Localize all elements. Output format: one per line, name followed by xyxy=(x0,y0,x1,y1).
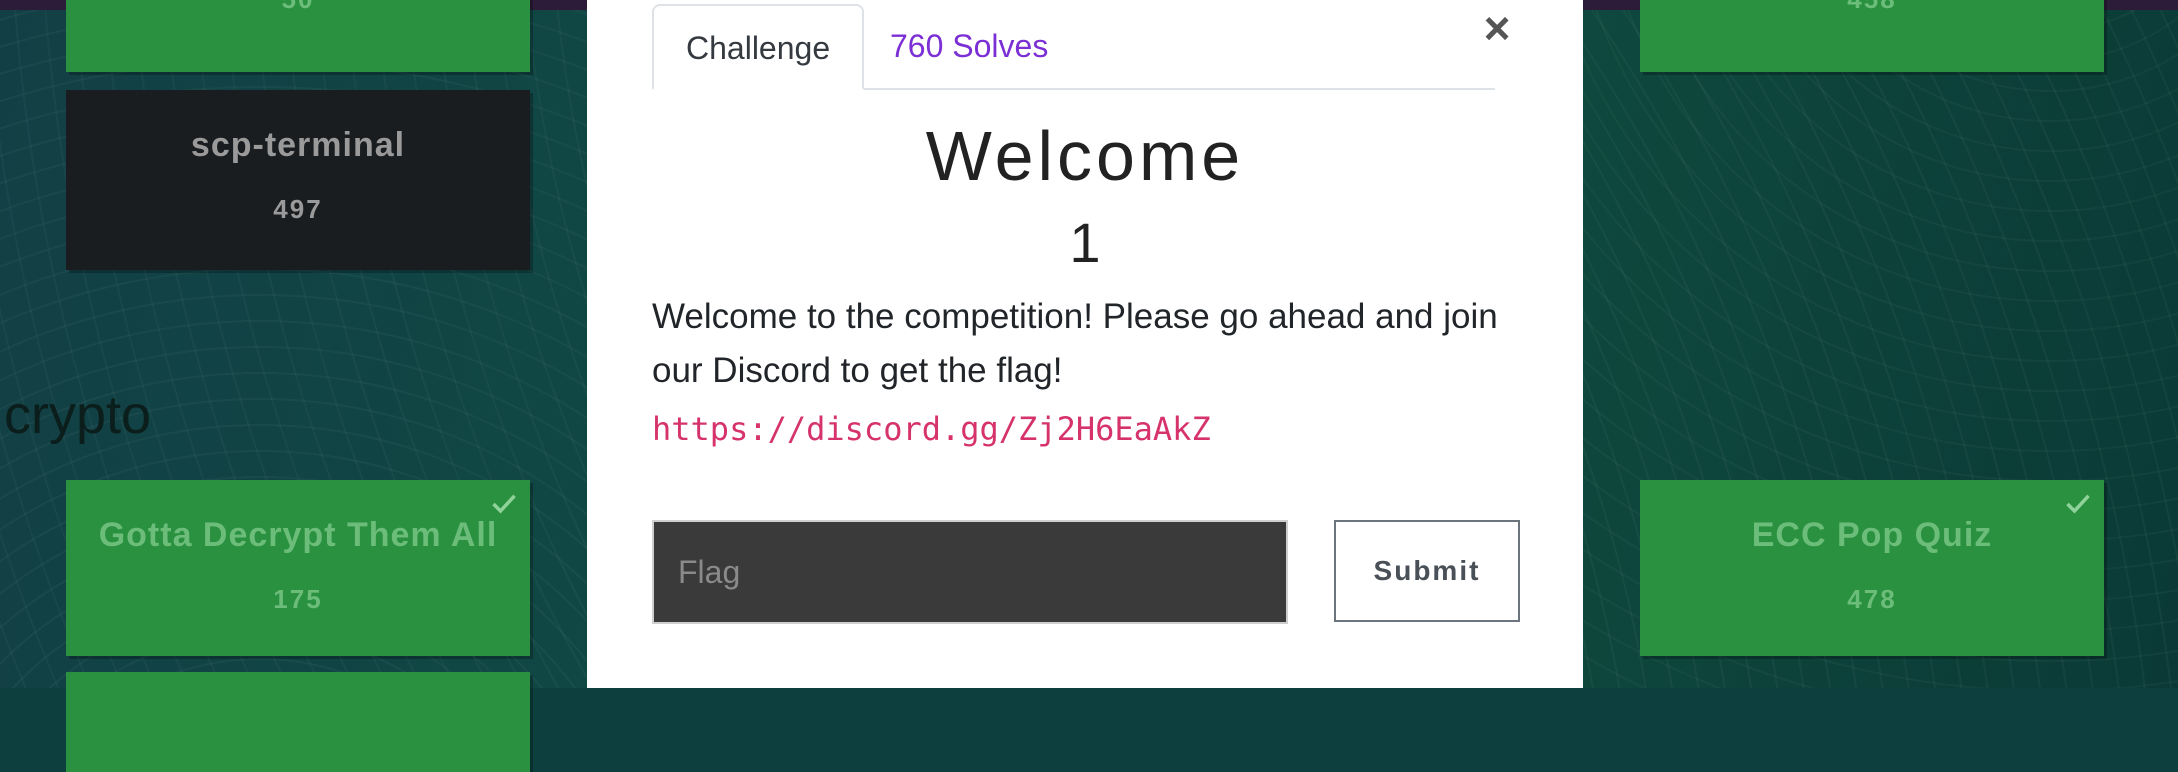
card-name: scp-terminal xyxy=(190,126,406,164)
challenge-card[interactable]: Gotta Decrypt Them All 175 xyxy=(66,480,530,656)
challenge-value: 1 xyxy=(1069,211,1101,274)
challenge-modal: Challenge 760 Solves × Welcome 1 Welcome… xyxy=(587,0,1583,688)
card-name: Gotta Decrypt Them All xyxy=(98,516,498,554)
card-name: ECC Pop Quiz xyxy=(1751,516,1993,554)
card-value: 175 xyxy=(273,584,323,614)
challenge-card[interactable]: 50 xyxy=(66,0,530,72)
card-value: 50 xyxy=(66,0,530,15)
card-value: 458 xyxy=(1640,0,2104,15)
card-value: 497 xyxy=(273,194,323,224)
check-icon xyxy=(492,494,516,514)
category-title: crypto xyxy=(4,385,152,445)
close-icon[interactable]: × xyxy=(1477,5,1517,51)
tab-challenge[interactable]: Challenge xyxy=(652,4,865,90)
check-icon xyxy=(2066,494,2090,514)
tab-solves[interactable]: 760 Solves xyxy=(858,4,1080,88)
challenge-card[interactable]: scp-terminal 497 xyxy=(66,90,530,270)
card-value: 478 xyxy=(1847,584,1897,614)
discord-link[interactable]: https://discord.gg/Zj2H6EaAkZ xyxy=(652,410,1211,448)
flag-input[interactable] xyxy=(652,520,1288,624)
challenge-name: Welcome xyxy=(925,117,1245,195)
challenge-description: Welcome to the competition! Please go ah… xyxy=(652,297,1498,390)
challenge-card[interactable]: 458 xyxy=(1640,0,2104,72)
challenge-card[interactable]: ECC Pop Quiz 478 xyxy=(1640,480,2104,656)
submit-button[interactable]: Submit xyxy=(1334,520,1520,622)
challenge-card[interactable] xyxy=(66,672,530,772)
modal-tabs: Challenge 760 Solves xyxy=(652,4,1495,90)
